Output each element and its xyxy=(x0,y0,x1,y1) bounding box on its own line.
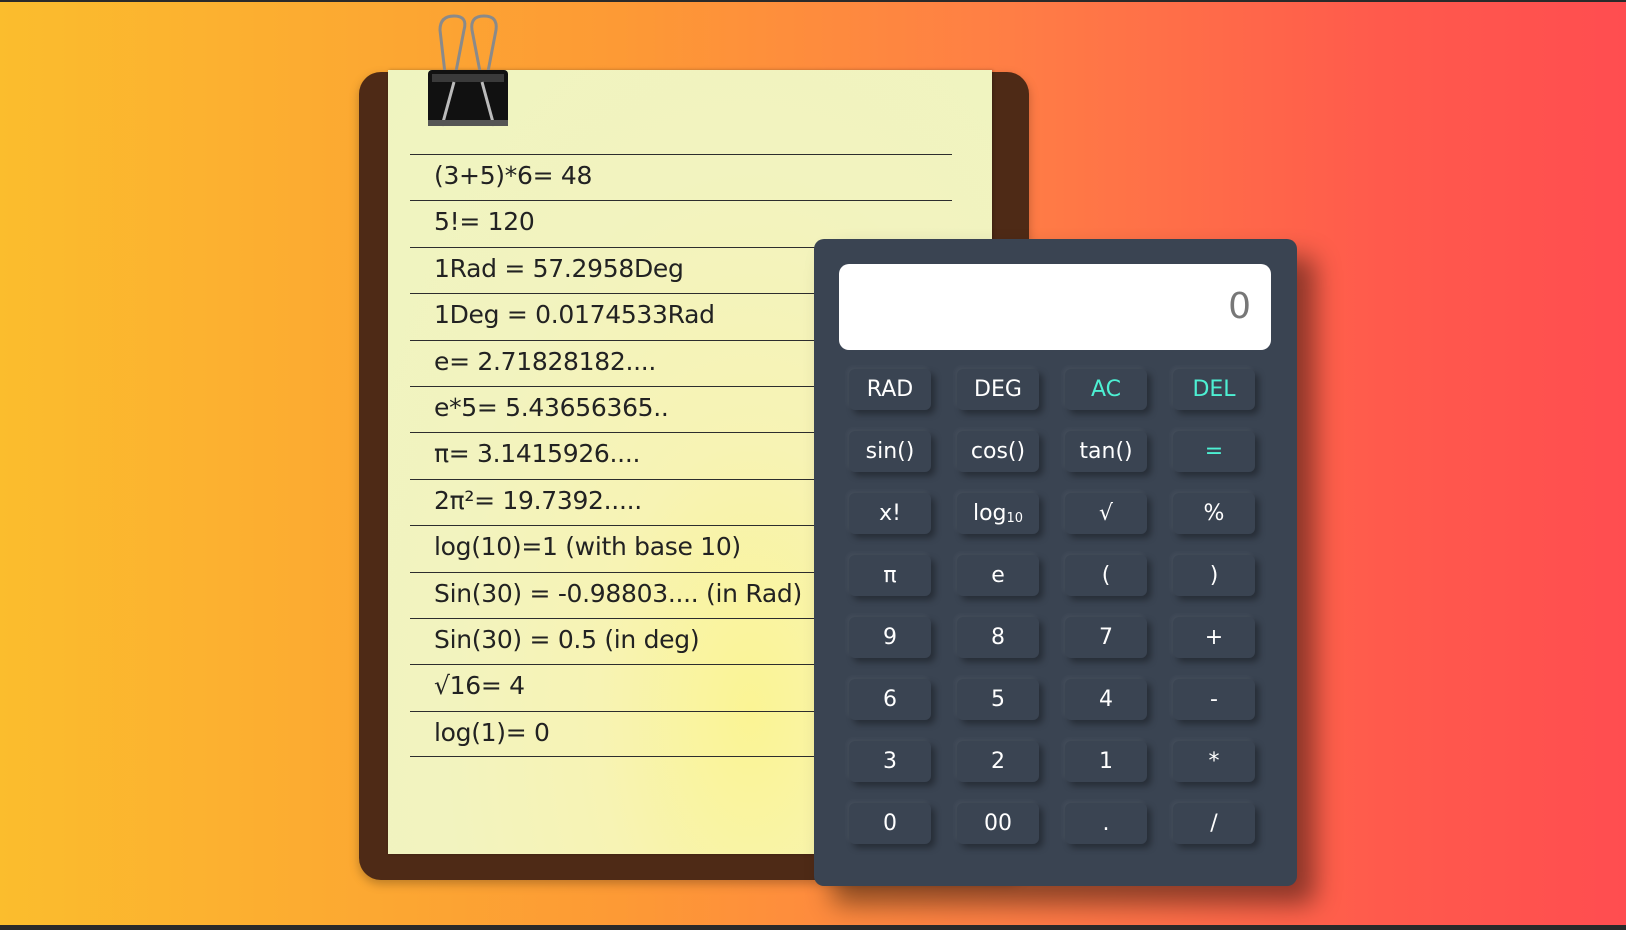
bottom-border xyxy=(0,925,1626,930)
plus-button[interactable]: + xyxy=(1173,617,1255,658)
digit-8-button[interactable]: 8 xyxy=(957,617,1039,658)
digit-4-button[interactable]: 4 xyxy=(1065,679,1147,720)
close-paren-button[interactable]: ) xyxy=(1173,555,1255,596)
all-clear-button[interactable]: AC xyxy=(1065,369,1147,410)
top-border xyxy=(0,0,1626,2)
digit-2-button[interactable]: 2 xyxy=(957,741,1039,782)
note-text: 5!= 120 xyxy=(434,207,535,237)
open-paren-button[interactable]: ( xyxy=(1065,555,1147,596)
sin-button[interactable]: sin() xyxy=(849,431,931,472)
note-text: log(1)= 0 xyxy=(434,717,550,747)
note-text: 1Deg = 0.0174533Rad xyxy=(434,300,715,330)
rad-button[interactable]: RAD xyxy=(849,369,931,410)
deg-button[interactable]: DEG xyxy=(957,369,1039,410)
note-text: (3+5)*6= 48 xyxy=(434,161,593,190)
note-text: e= 2.71828182.... xyxy=(434,346,657,376)
divide-button[interactable]: / xyxy=(1173,803,1255,844)
log10-button[interactable]: log 10 xyxy=(957,493,1039,534)
note-text: e*5= 5.43656365.. xyxy=(434,392,669,422)
tan-button[interactable]: tan() xyxy=(1065,431,1147,472)
decimal-point-button[interactable]: . xyxy=(1065,803,1147,844)
double-zero-button[interactable]: 00 xyxy=(957,803,1039,844)
percent-button[interactable]: % xyxy=(1173,493,1255,534)
log-label: log xyxy=(972,501,1007,526)
pi-button[interactable]: π xyxy=(849,555,931,596)
minus-button[interactable]: - xyxy=(1173,679,1255,720)
note-text: √16= 4 xyxy=(434,671,525,701)
note-text: 2π²= 19.7392..... xyxy=(434,485,642,515)
display-value: 0 xyxy=(1228,286,1251,327)
keypad: RAD DEG AC DEL sin() cos() tan() = x! lo… xyxy=(849,369,1255,844)
binder-clip-icon xyxy=(428,14,508,127)
note-text: π= 3.1415926.... xyxy=(434,439,641,469)
sqrt-button[interactable]: √ xyxy=(1065,493,1147,534)
digit-3-button[interactable]: 3 xyxy=(849,741,931,782)
e-button[interactable]: e xyxy=(957,555,1039,596)
note-text: Sin(30) = -0.98803.... (in Rad) xyxy=(434,578,802,608)
digit-5-button[interactable]: 5 xyxy=(957,679,1039,720)
multiply-button[interactable]: * xyxy=(1173,741,1255,782)
digit-6-button[interactable]: 6 xyxy=(849,679,931,720)
note-text: 1Rad = 57.2958Deg xyxy=(434,253,684,283)
calculator-display: 0 xyxy=(839,264,1271,350)
list-item: (3+5)*6= 48 xyxy=(410,154,952,200)
digit-0-button[interactable]: 0 xyxy=(849,803,931,844)
note-text: log(10)=1 (with base 10) xyxy=(434,532,741,562)
digit-1-button[interactable]: 1 xyxy=(1065,741,1147,782)
factorial-button[interactable]: x! xyxy=(849,493,931,534)
cos-button[interactable]: cos() xyxy=(957,431,1039,472)
calculator: 0 RAD DEG AC DEL sin() cos() tan() = x! … xyxy=(814,239,1297,886)
digit-9-button[interactable]: 9 xyxy=(849,617,931,658)
delete-button[interactable]: DEL xyxy=(1173,369,1255,410)
digit-7-button[interactable]: 7 xyxy=(1065,617,1147,658)
note-text: Sin(30) = 0.5 (in deg) xyxy=(434,624,700,654)
equals-button[interactable]: = xyxy=(1173,431,1255,472)
log-subscript: 10 xyxy=(1006,511,1024,526)
